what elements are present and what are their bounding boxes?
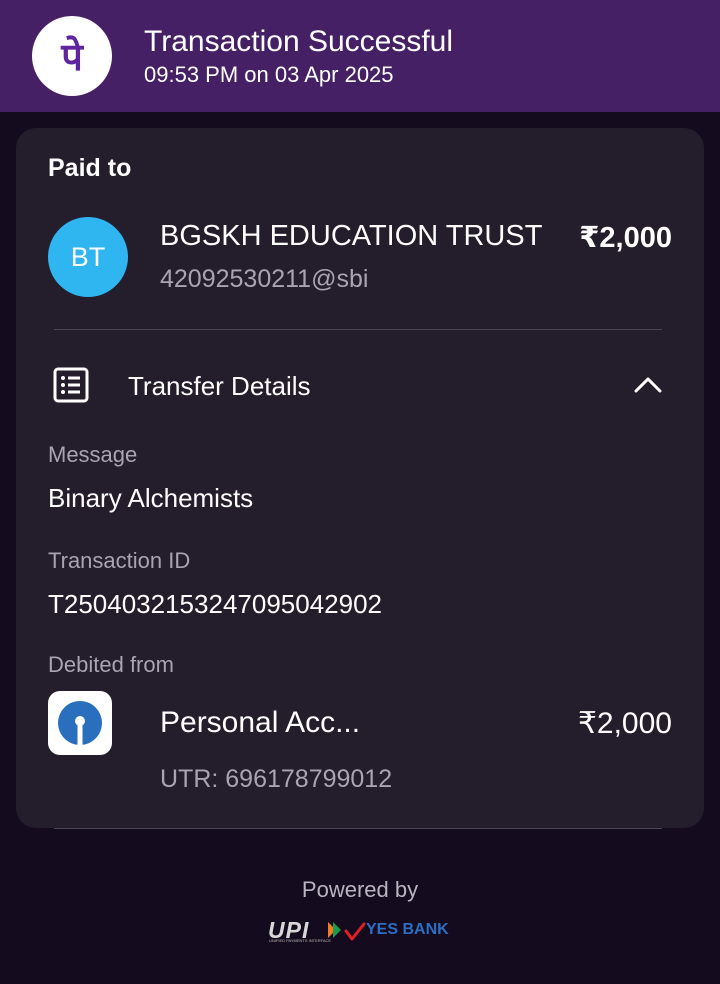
transaction-details-card: Paid to BT BGSKH EDUCATION TRUST ₹2,000 … (16, 128, 704, 828)
status-header: पे Transaction Successful 09:53 PM on 03… (0, 0, 720, 112)
status-title: Transaction Successful (144, 25, 454, 58)
powered-by-label: Powered by (301, 877, 419, 902)
payment-amount: ₹2,000 (579, 222, 672, 254)
transfer-details-title: Transfer Details (128, 371, 311, 401)
payee-avatar: BT (48, 217, 128, 297)
debit-account-name[interactable]: Personal Acc... (160, 706, 360, 740)
transaction-id-value[interactable]: T2504032153247095042902 (48, 589, 382, 620)
partner-logos: UPI UNIFIED PAYMENTS INTERFACE YES BANK (266, 917, 456, 944)
utr-number: UTR: 696178799012 (160, 765, 393, 793)
divider (54, 828, 662, 829)
message-value: Binary Alchemists (48, 483, 254, 513)
phonepe-logo-icon: पे (32, 16, 112, 96)
yes-bank-check-icon (344, 922, 366, 941)
transaction-timestamp: 09:53 PM on 03 Apr 2025 (144, 62, 394, 87)
app-logo-glyph: पे (60, 35, 84, 79)
upi-arrow-icon (328, 922, 341, 938)
debited-from-label: Debited from (48, 652, 174, 677)
message-label: Message (48, 442, 138, 467)
transaction-id-label: Transaction ID (48, 548, 191, 573)
chevron-up-icon[interactable] (632, 372, 664, 398)
upi-logo-subtext: UNIFIED PAYMENTS INTERFACE (269, 938, 332, 943)
paid-to-label: Paid to (48, 154, 132, 182)
payee-name[interactable]: BGSKH EDUCATION TRUST (160, 220, 542, 253)
divider (54, 329, 662, 330)
debit-amount: ₹2,000 (577, 707, 672, 740)
payee-upi-id: 42092530211@sbi (160, 265, 369, 293)
receipt-list-icon (53, 367, 89, 403)
sbi-logo-icon (48, 691, 112, 755)
yes-bank-logo: YES BANK (366, 921, 449, 938)
